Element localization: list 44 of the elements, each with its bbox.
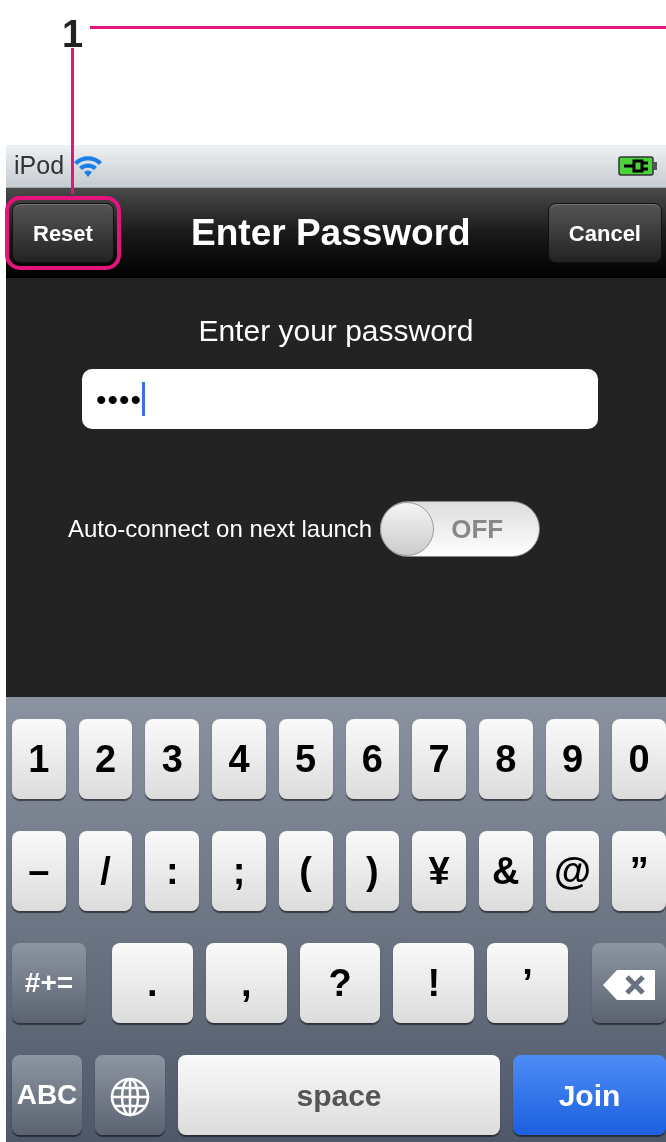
key[interactable]: 9 — [545, 719, 600, 799]
delete-key[interactable] — [592, 943, 666, 1023]
key[interactable]: ’ — [487, 943, 568, 1023]
mode-key[interactable]: #+= — [12, 943, 86, 1023]
key[interactable]: ; — [212, 831, 266, 911]
delete-icon — [601, 968, 657, 1003]
screen-title: Enter Password — [191, 211, 471, 256]
key[interactable]: 4 — [212, 719, 266, 799]
key[interactable]: 6 — [345, 719, 400, 799]
key[interactable]: 8 — [478, 719, 533, 799]
callout-number: 1 — [62, 12, 84, 57]
globe-key[interactable] — [95, 1055, 165, 1135]
key[interactable]: – — [12, 831, 66, 911]
carrier-name: iPod — [14, 150, 65, 182]
key[interactable]: ” — [612, 831, 666, 911]
battery-charging-icon — [618, 156, 658, 176]
space-key[interactable]: space — [178, 1055, 500, 1135]
key[interactable]: & — [478, 831, 533, 911]
key[interactable]: / — [78, 831, 133, 911]
key[interactable]: ! — [393, 943, 475, 1023]
key[interactable]: 2 — [78, 719, 133, 799]
key[interactable]: ) — [345, 831, 400, 911]
prompt-text: Enter your password — [197, 313, 475, 349]
key[interactable]: ( — [278, 831, 333, 911]
wifi-icon — [72, 153, 105, 179]
mode-key[interactable]: ABC — [12, 1055, 82, 1135]
key[interactable]: 7 — [412, 719, 466, 799]
key[interactable]: @ — [545, 831, 600, 911]
key[interactable]: 5 — [278, 719, 333, 799]
key[interactable]: 3 — [145, 719, 200, 799]
key[interactable]: ¥ — [412, 831, 466, 911]
key[interactable]: 1 — [12, 719, 66, 799]
key[interactable]: 0 — [612, 719, 666, 799]
key[interactable]: : — [145, 831, 200, 911]
key[interactable]: . — [112, 943, 193, 1023]
globe-icon — [109, 1076, 151, 1119]
password-field[interactable]: •••• — [82, 369, 598, 429]
key[interactable]: , — [205, 943, 287, 1023]
auto-connect-label: Auto-connect on next launch — [68, 514, 373, 544]
text-cursor — [142, 382, 145, 416]
password-value: •••• — [96, 381, 142, 418]
key[interactable]: ? — [299, 943, 381, 1023]
cancel-button[interactable]: Cancel — [547, 203, 662, 263]
join-key[interactable]: Join — [513, 1055, 666, 1135]
